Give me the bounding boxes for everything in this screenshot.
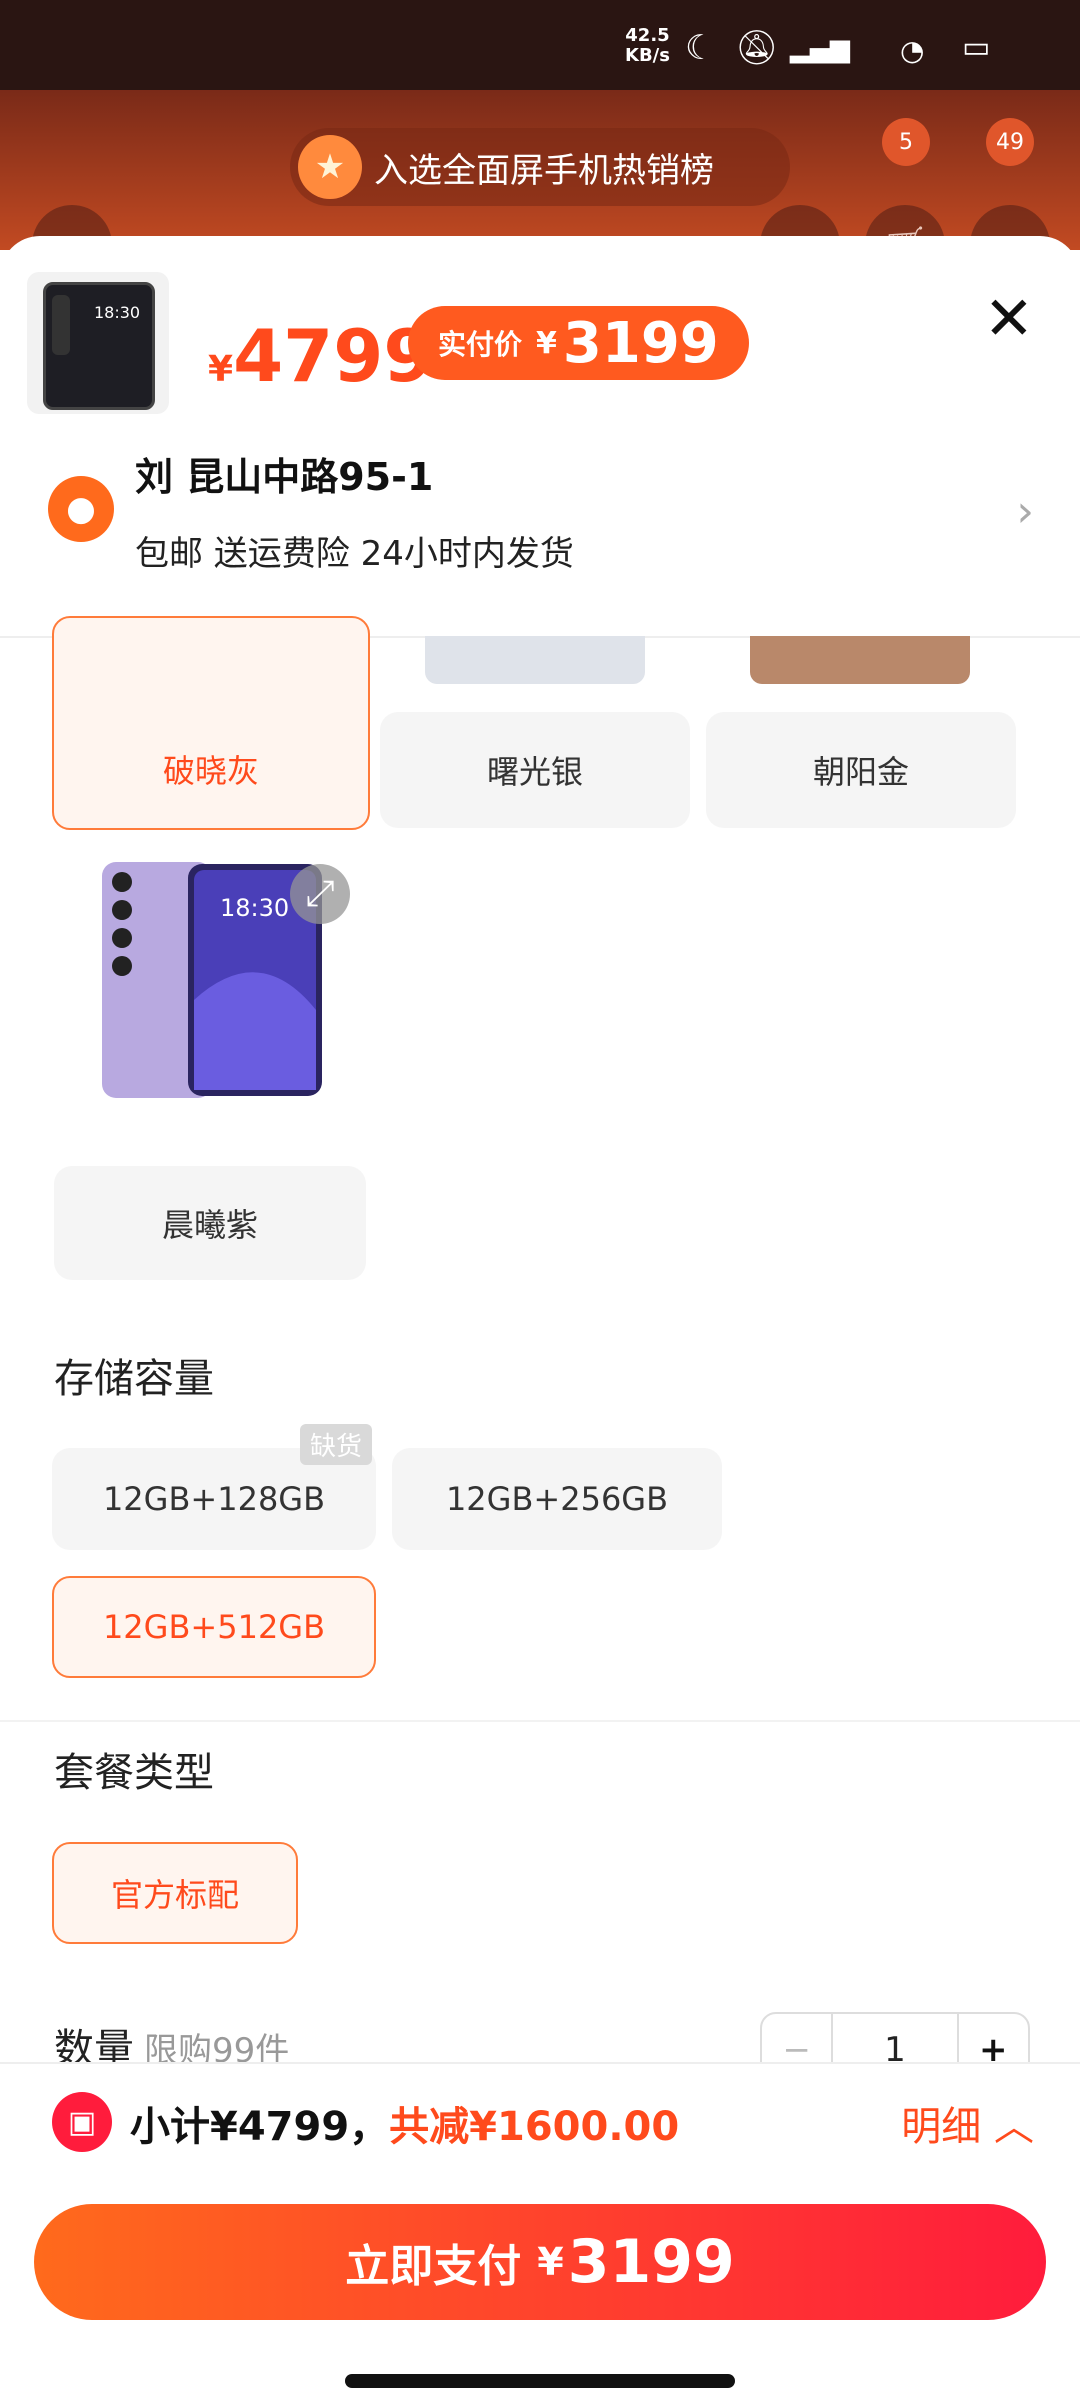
location-pin-icon: ● [48, 476, 114, 542]
color-option-silver[interactable]: 曙光银 [380, 712, 690, 828]
detail-toggle[interactable]: 明细 ︿ [901, 2094, 1034, 2152]
coupon-icon: ▣ [52, 2092, 112, 2152]
close-icon[interactable]: ✕ [984, 284, 1034, 354]
phone-image: 18:30 [43, 282, 155, 410]
hot-sale-banner[interactable]: ★ 入选全面屏手机热销榜 [290, 128, 790, 206]
mute-icon: 🔕︎ [735, 28, 779, 68]
cart-count-badge: 5 [882, 118, 930, 166]
actual-price-pill: 实付价 ¥ 3199 [408, 306, 749, 380]
package-option-standard[interactable]: 官方标配 [52, 1842, 298, 1944]
delivery-service-line: 包邮 送运费险 24小时内发货 [135, 534, 574, 574]
moon-icon: ☾ [685, 28, 716, 68]
chevron-right-icon[interactable]: › [1016, 486, 1034, 537]
medal-icon: ★ [298, 135, 362, 199]
chevron-up-icon: ︿ [994, 2104, 1034, 2150]
package-title: 套餐类型 [54, 1750, 214, 1796]
banner-text: 入选全面屏手机热销榜 [374, 150, 714, 191]
status-bar: 42.5 KB/s ☾ 🔕︎ ▂▄▆ ◔ ▭ [0, 0, 1080, 90]
pay-now-button[interactable]: 立即支付 ¥ 3199 [34, 2204, 1046, 2320]
color-option-gold[interactable]: 朝阳金 [706, 712, 1016, 828]
color-option-gray[interactable]: 破晓灰 [52, 616, 370, 830]
divider [0, 1720, 1080, 1722]
gold-phone-image [750, 636, 970, 684]
battery-icon: ▭ [962, 30, 991, 65]
home-indicator [345, 2374, 735, 2388]
storage-title: 存储容量 [54, 1356, 214, 1402]
color-option-purple[interactable]: 晨曦紫 [54, 1166, 366, 1280]
expand-icon[interactable]: ⤢ [290, 864, 350, 924]
discount-text: 共减¥1600.00 [389, 2104, 680, 2150]
out-of-stock-tag: 缺货 [300, 1424, 373, 1465]
signal-icon: ▂▄▆ [790, 34, 850, 64]
wifi-icon: ◔ [900, 34, 925, 67]
subtotal-text: 小计¥4799，共减¥1600.00 [130, 2104, 680, 2150]
storage-option-512[interactable]: 12GB+512GB [52, 1576, 376, 1678]
checkout-bar: ▣ 小计¥4799，共减¥1600.00 明细 ︿ 立即支付 ¥ 3199 [0, 2062, 1080, 2403]
address-line[interactable]: 刘 昆山中路95-1 [135, 446, 433, 501]
svg-text:18:30: 18:30 [220, 894, 289, 922]
original-price: ¥4799 [208, 314, 434, 398]
storage-option-256[interactable]: 12GB+256GB [392, 1448, 722, 1550]
net-speed: 42.5 KB/s [625, 25, 670, 66]
silver-phone-image [425, 636, 645, 684]
msg-count-badge: 49 [986, 118, 1034, 166]
product-thumbnail[interactable]: 18:30 [27, 272, 169, 414]
